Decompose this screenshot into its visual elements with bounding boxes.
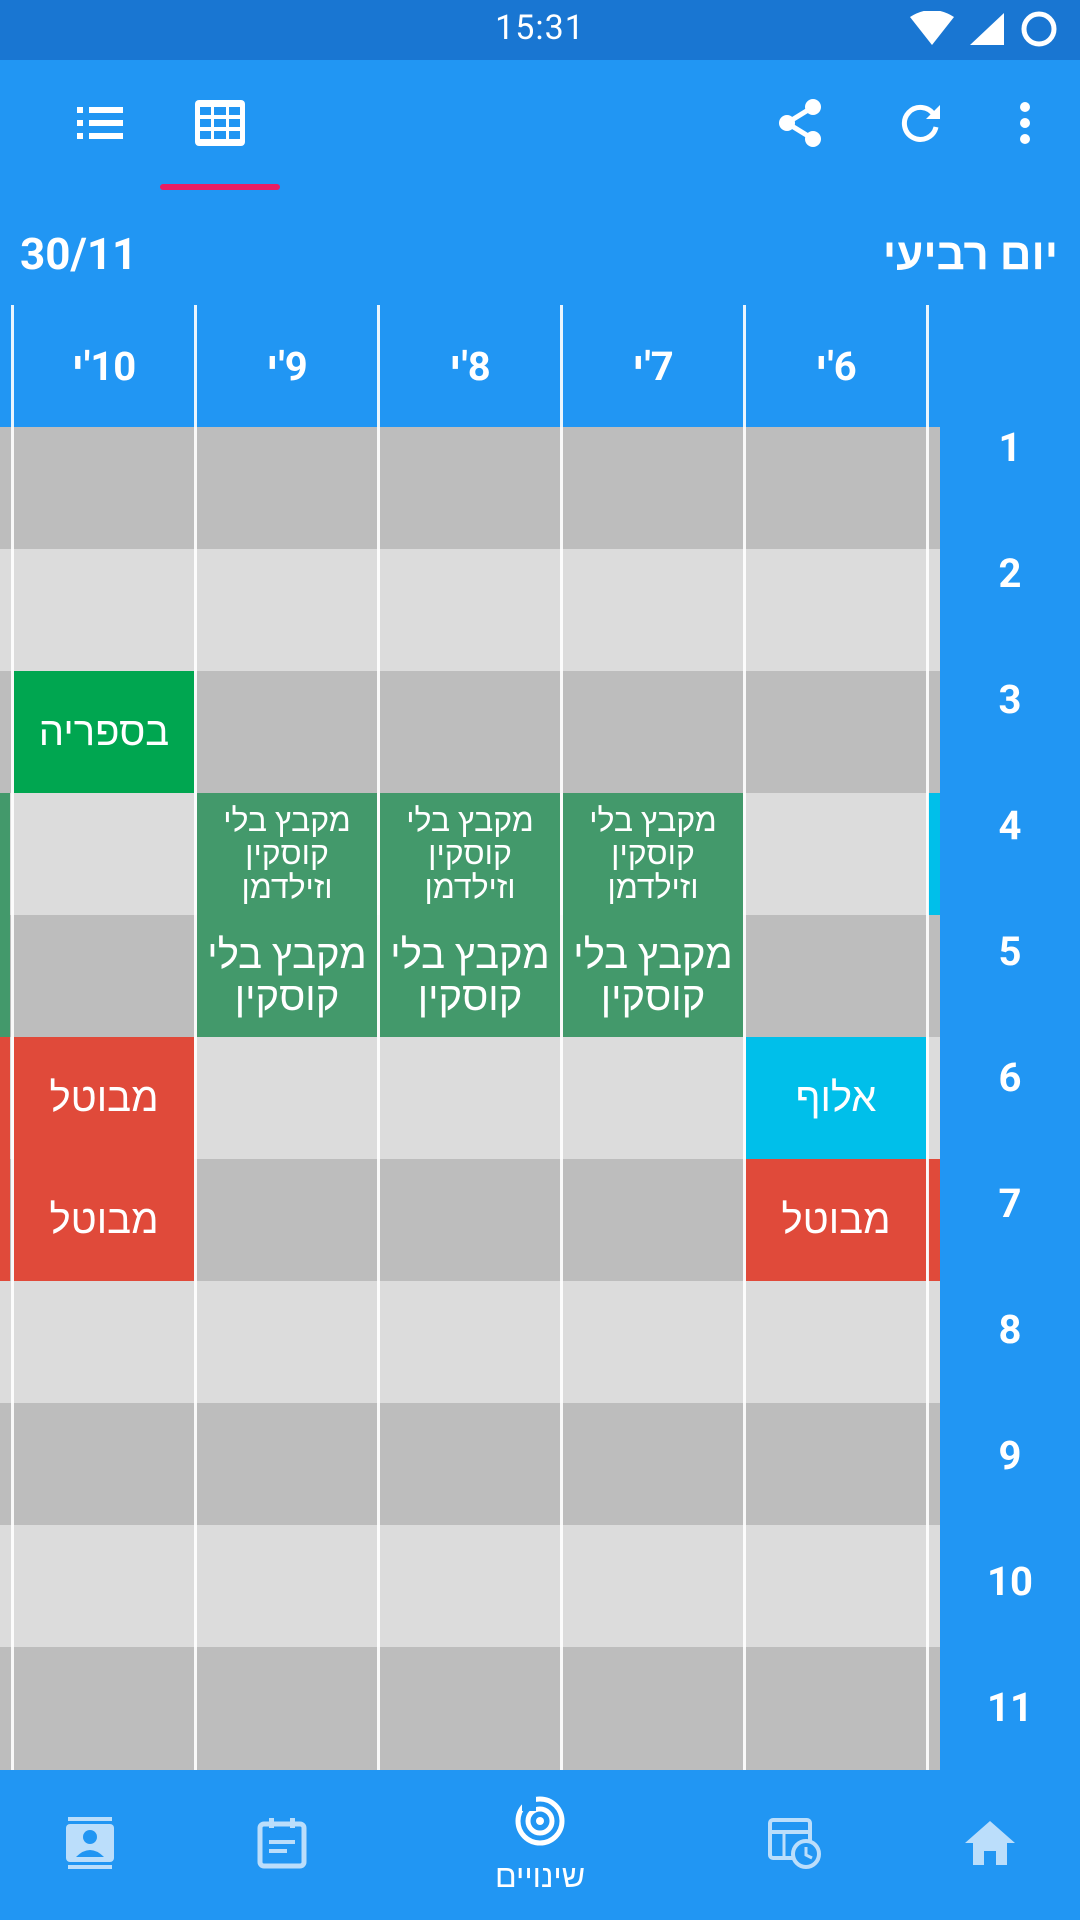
calendar-icon (257, 1816, 307, 1874)
period-row (0, 1647, 940, 1770)
lesson-cell[interactable]: מבוטל (14, 1037, 194, 1159)
lesson-text: מבוטל (781, 1196, 891, 1243)
period-column: 1 2 3 4 5 6 7 8 9 10 11 (940, 383, 1080, 1770)
lesson-text: מקבץ בלי קוסקין (573, 931, 733, 1020)
period-row (0, 427, 940, 549)
class-header-9[interactable]: 9'י (197, 305, 377, 427)
nav-calendar[interactable] (232, 1770, 332, 1920)
lesson-text: מקבץ בלי קוסקין וזילדמן (589, 800, 717, 906)
column-divider (926, 305, 929, 1770)
column-divider (377, 305, 380, 1770)
timetable-grid: 10'י 9'י 8'י 7'י 6'י בספריה מקבץ בלי קוס… (0, 305, 1080, 1770)
app-bar (0, 60, 1080, 190)
lesson-cell[interactable]: בספריה (14, 671, 194, 793)
refresh-icon (896, 99, 944, 151)
lesson-text: מקבץ בלי קוסקין (207, 931, 367, 1020)
lesson-cell[interactable]: מקבץ בלי קוסקין וזילדמן (197, 793, 377, 915)
lesson-cell[interactable]: מקבץ בלי קוסקין (380, 915, 560, 1037)
wifi-icon (910, 10, 954, 51)
period-number: 2 (998, 549, 1022, 597)
period-row (0, 1403, 940, 1525)
lesson-text: מקבץ בלי קוסקין וזילדמן (406, 800, 534, 906)
lesson-text: אלוף (795, 1074, 877, 1121)
grid-view-button[interactable] (180, 85, 260, 165)
period-number: 8 (998, 1305, 1022, 1353)
list-view-button[interactable] (60, 90, 140, 160)
nav-schedule[interactable] (745, 1770, 845, 1920)
column-divider (743, 305, 746, 1770)
class-header-10[interactable]: 10'י (14, 305, 194, 427)
nav-home[interactable] (940, 1770, 1040, 1920)
lesson-text: מקבץ בלי קוסקין (390, 931, 550, 1020)
nav-changes[interactable]: שינויים (470, 1770, 610, 1920)
more-options-button[interactable] (1000, 90, 1050, 160)
class-header-row: 10'י 9'י 8'י 7'י 6'י (0, 305, 940, 427)
lesson-cell[interactable]: מקבץ בלי קוסקין וזילדמן (380, 793, 560, 915)
signal-icon (968, 11, 1006, 51)
lesson-text: מבוטל (49, 1074, 159, 1121)
lesson-cell[interactable]: מקבץ בלי קוסקין וזילדמן (563, 793, 743, 915)
more-vert-icon (1018, 101, 1032, 149)
class-header-7[interactable]: 7'י (563, 305, 743, 427)
partial-cell-right (928, 793, 940, 915)
period-number: 5 (998, 927, 1022, 975)
class-header-8[interactable]: 8'י (380, 305, 560, 427)
grid-icon (194, 99, 246, 151)
bottom-navigation: שינויים (0, 1770, 1080, 1920)
status-bar: 15:31 (0, 0, 1080, 60)
schedule-icon (768, 1816, 822, 1874)
period-number: 9 (998, 1431, 1022, 1479)
lesson-cell[interactable]: מקבץ בלי קוסקין (197, 915, 377, 1037)
contacts-icon (64, 1815, 116, 1875)
lesson-cell[interactable]: מבוטל (746, 1159, 926, 1281)
nav-contacts[interactable] (40, 1770, 140, 1920)
refresh-button[interactable] (880, 90, 960, 160)
date-label: 30/11 (20, 228, 138, 280)
date-header: 30/11 יום רביעי (0, 190, 1080, 305)
battery-icon (1020, 10, 1058, 52)
partial-cell-right (928, 1159, 940, 1281)
lesson-text: מבוטל (49, 1196, 159, 1243)
list-icon (75, 103, 125, 147)
period-number: 7 (998, 1179, 1022, 1227)
home-icon (963, 1819, 1017, 1871)
share-button[interactable] (760, 90, 840, 160)
period-row (0, 549, 940, 671)
lesson-text: מקבץ בלי קוסקין וזילדמן (223, 800, 351, 906)
lesson-cell[interactable]: מבוטל (14, 1159, 194, 1281)
period-row (0, 1281, 940, 1403)
period-number: 6 (998, 1053, 1022, 1101)
lesson-cell[interactable]: אלוף (746, 1037, 926, 1159)
column-divider (11, 305, 14, 1770)
column-divider (194, 305, 197, 1770)
period-number: 4 (998, 801, 1022, 849)
column-divider (560, 305, 563, 1770)
share-icon (775, 97, 825, 153)
partial-cell-left (0, 1037, 10, 1281)
period-number: 3 (998, 675, 1022, 723)
changes-icon (514, 1795, 566, 1851)
day-label: יום רביעי (882, 228, 1058, 280)
period-number: 10 (987, 1557, 1033, 1605)
class-header-6[interactable]: 6'י (746, 305, 926, 427)
nav-changes-label: שינויים (494, 1857, 586, 1895)
partial-cell-left (0, 793, 10, 1037)
period-number: 11 (987, 1683, 1033, 1731)
period-number: 1 (998, 423, 1022, 471)
lesson-text: בספריה (38, 708, 170, 755)
lesson-cell[interactable]: מקבץ בלי קוסקין (563, 915, 743, 1037)
period-row (0, 1525, 940, 1647)
